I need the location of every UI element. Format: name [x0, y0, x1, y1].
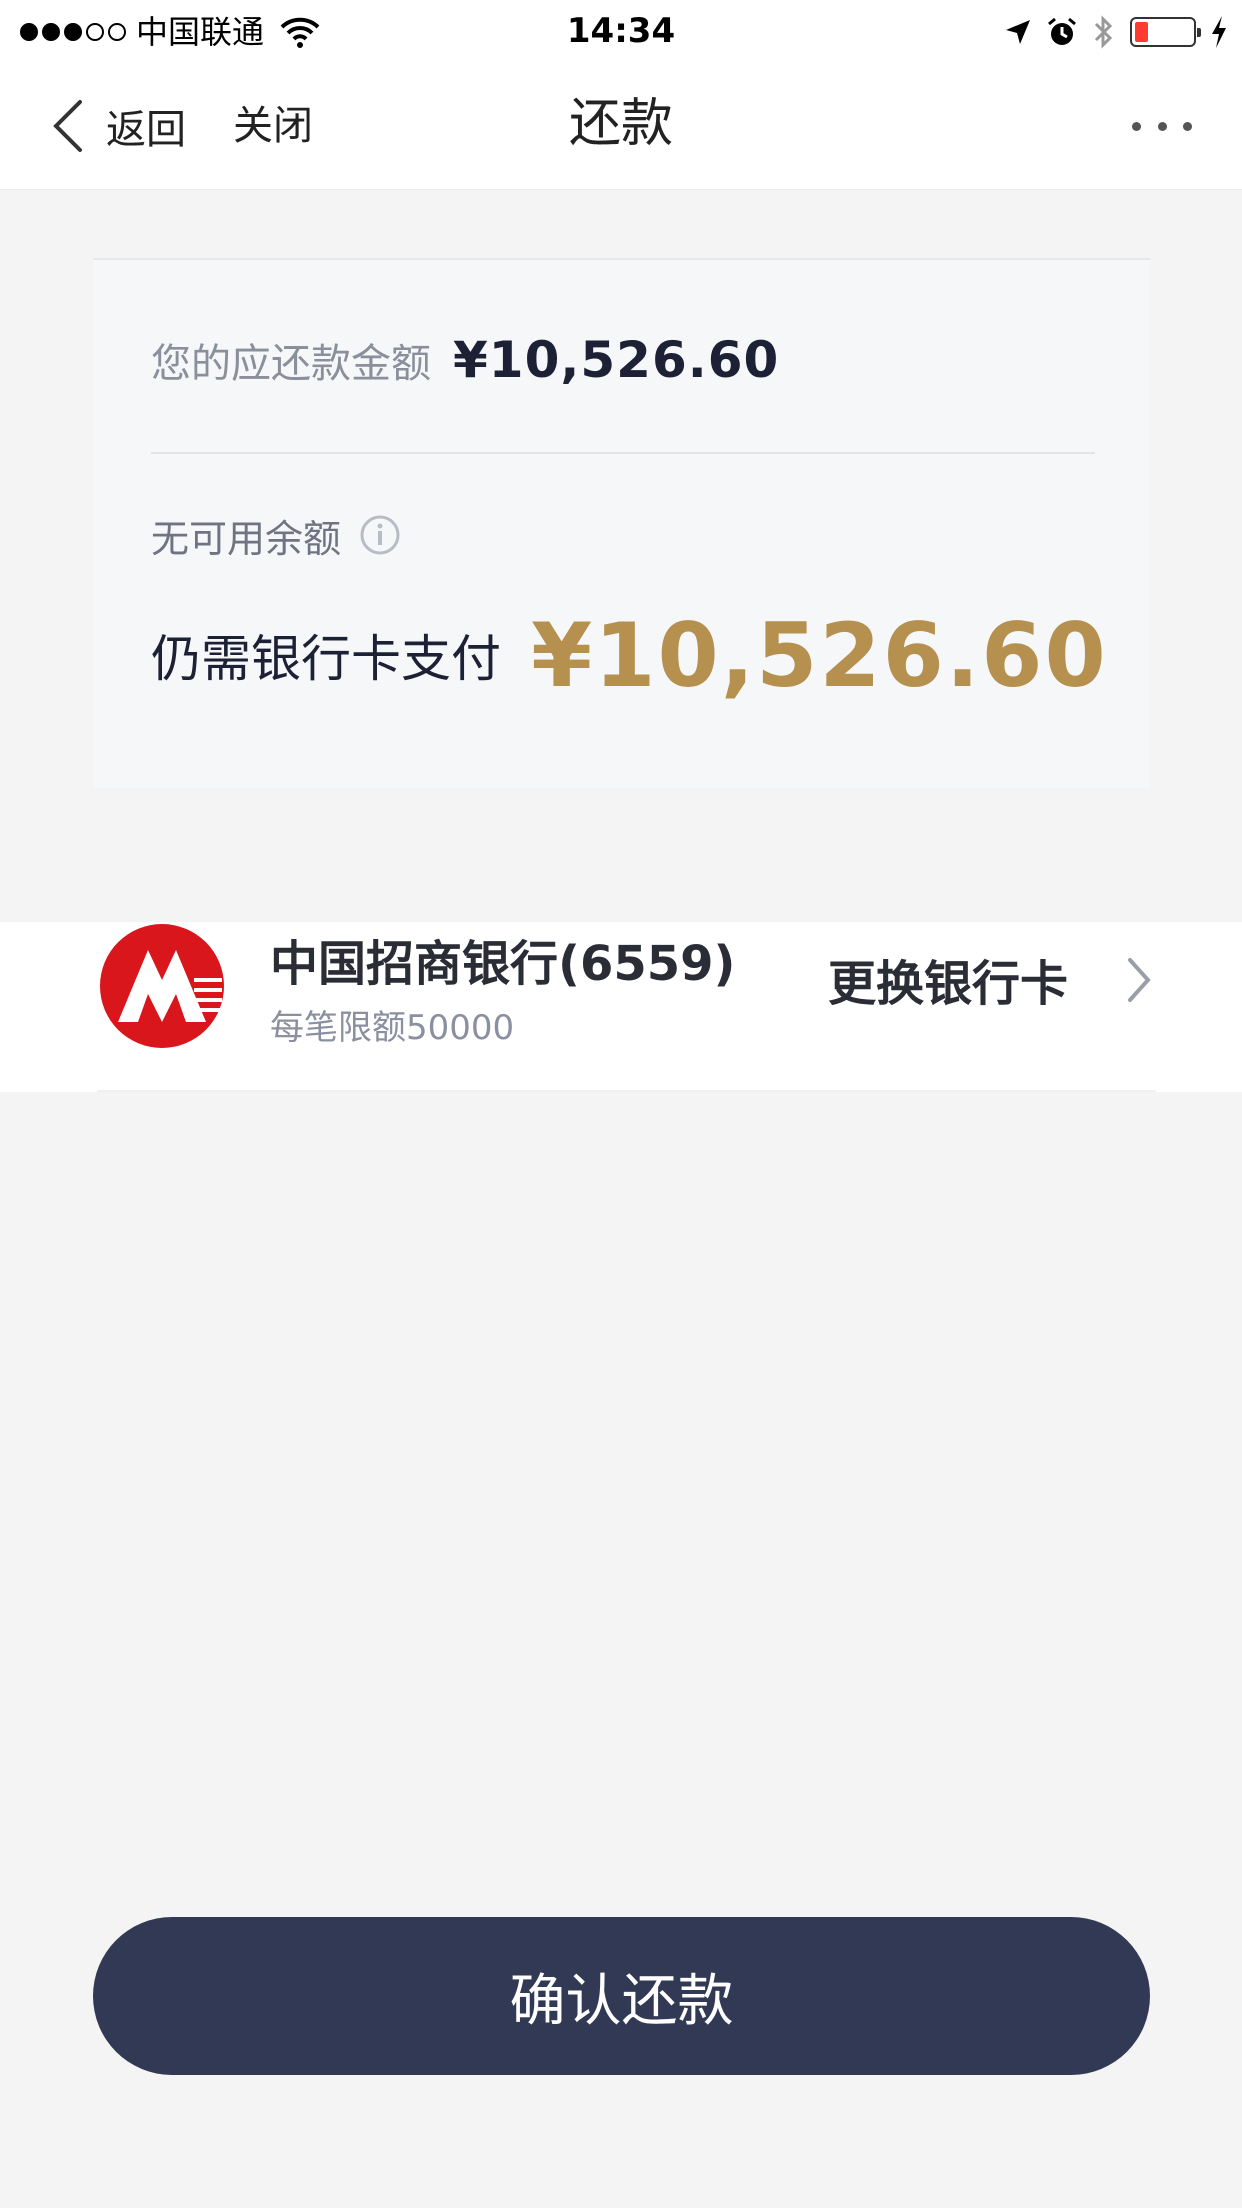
status-right — [1004, 12, 1228, 52]
repayment-page: 中国联通 14:34 返回 关闭 还款 您的应还款金额 ¥10,526.60 无… — [0, 0, 1242, 2208]
row-divider — [97, 1090, 1156, 1092]
status-bar: 中国联通 14:34 — [0, 0, 1242, 62]
amount-due-value: ¥10,526.60 — [453, 331, 780, 389]
charging-bolt-icon — [1212, 16, 1226, 48]
page-title: 还款 — [568, 94, 673, 154]
bank-name: 中国招商银行(6559) — [270, 936, 736, 992]
change-card-link[interactable]: 更换银行卡 — [828, 954, 1068, 1014]
repayment-summary-card: 您的应还款金额 ¥10,526.60 无可用余额 仍需银行卡支付 ¥10,526… — [93, 258, 1150, 788]
nav-bar: 返回 关闭 还款 — [0, 62, 1242, 190]
confirm-repayment-button[interactable]: 确认还款 — [93, 1917, 1150, 2075]
chevron-right-icon — [1128, 958, 1151, 1002]
info-icon[interactable] — [359, 514, 401, 556]
location-arrow-icon — [1006, 20, 1030, 44]
card-payment-row: 仍需银行卡支付 ¥10,526.60 — [151, 590, 1108, 720]
card-divider — [151, 452, 1095, 454]
more-dots-icon[interactable] — [1132, 112, 1192, 140]
bluetooth-icon — [1094, 15, 1113, 49]
battery-icon — [1130, 17, 1201, 47]
bank-limit: 每笔限额50000 — [270, 1008, 515, 1048]
bank-card-selector[interactable]: 中国招商银行(6559) 每笔限额50000 更换银行卡 — [0, 922, 1242, 1092]
card-payment-label: 仍需银行卡支付 — [151, 630, 501, 688]
amount-due-row: 您的应还款金额 ¥10,526.60 — [151, 320, 779, 400]
card-payment-amount: ¥10,526.60 — [531, 603, 1108, 707]
alarm-clock-icon — [1048, 17, 1076, 45]
amount-due-label: 您的应还款金额 — [151, 341, 431, 387]
no-balance-label: 无可用余额 — [151, 516, 342, 561]
cmb-logo-icon — [100, 924, 224, 1048]
balance-row: 无可用余额 — [151, 500, 401, 570]
